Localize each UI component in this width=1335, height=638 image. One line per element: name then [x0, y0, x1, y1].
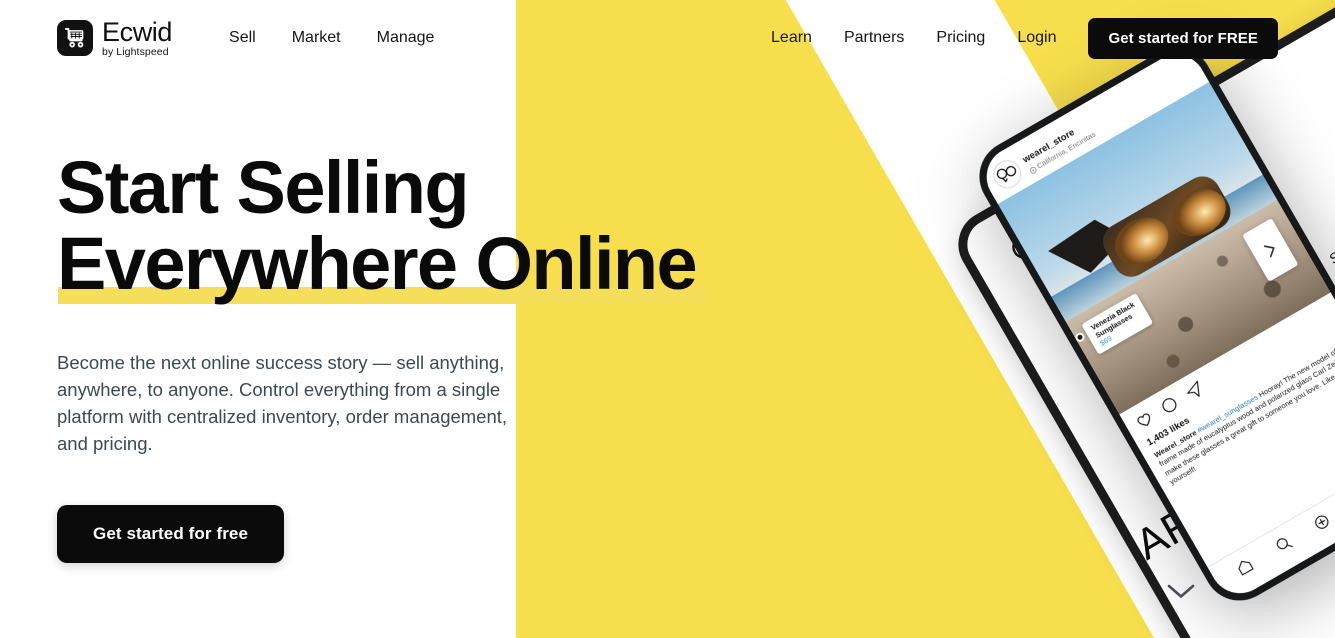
- secondary-nav: Learn Partners Pricing Login Get started…: [771, 17, 1278, 59]
- logo-name: Ecwid: [102, 16, 173, 47]
- page-title: Start Selling Everywhere Online: [57, 150, 717, 305]
- primary-nav: Sell Market Manage: [229, 29, 434, 47]
- tablet-nav-item-service[interactable]: Service: [1327, 228, 1335, 268]
- search-icon[interactable]: [1272, 533, 1298, 561]
- nav-item-learn[interactable]: Learn: [771, 29, 812, 47]
- landing-page: Shop Delivery Service WE ARE WEAREL: [0, 0, 1335, 638]
- headline-line-1: Start Selling: [57, 146, 470, 229]
- site-header: Ecwid by Lightspeed Sell Market Manage L…: [0, 0, 1335, 76]
- hero-copy: Start Selling Everywhere Online Become t…: [57, 150, 717, 563]
- nav-item-login[interactable]: Login: [1017, 29, 1056, 47]
- chevron-down-icon: [1167, 584, 1195, 598]
- logo[interactable]: Ecwid by Lightspeed: [57, 16, 173, 58]
- nav-item-market[interactable]: Market: [292, 29, 341, 47]
- chevron-right-icon: [1263, 245, 1275, 258]
- logo-text: Ecwid by Lightspeed: [102, 16, 173, 58]
- add-post-icon[interactable]: [1311, 510, 1335, 538]
- shopping-cart-icon: [57, 20, 93, 56]
- home-icon[interactable]: [1233, 555, 1259, 583]
- hero-get-started-button[interactable]: Get started for free: [57, 505, 285, 563]
- nav-item-manage[interactable]: Manage: [377, 29, 435, 47]
- nav-item-pricing[interactable]: Pricing: [936, 29, 985, 47]
- logo-subtitle: by Lightspeed: [102, 45, 169, 58]
- hero-subcopy: Become the next online success story — s…: [57, 352, 508, 454]
- header-get-started-button[interactable]: Get started for FREE: [1088, 17, 1278, 59]
- headline-line-2: Everywhere Online: [57, 222, 698, 305]
- nav-item-sell[interactable]: Sell: [229, 29, 256, 47]
- location-pin-icon: [1030, 167, 1037, 174]
- avatar: [988, 155, 1027, 194]
- scroll-down-button[interactable]: [1161, 578, 1201, 604]
- nav-item-partners[interactable]: Partners: [844, 29, 904, 47]
